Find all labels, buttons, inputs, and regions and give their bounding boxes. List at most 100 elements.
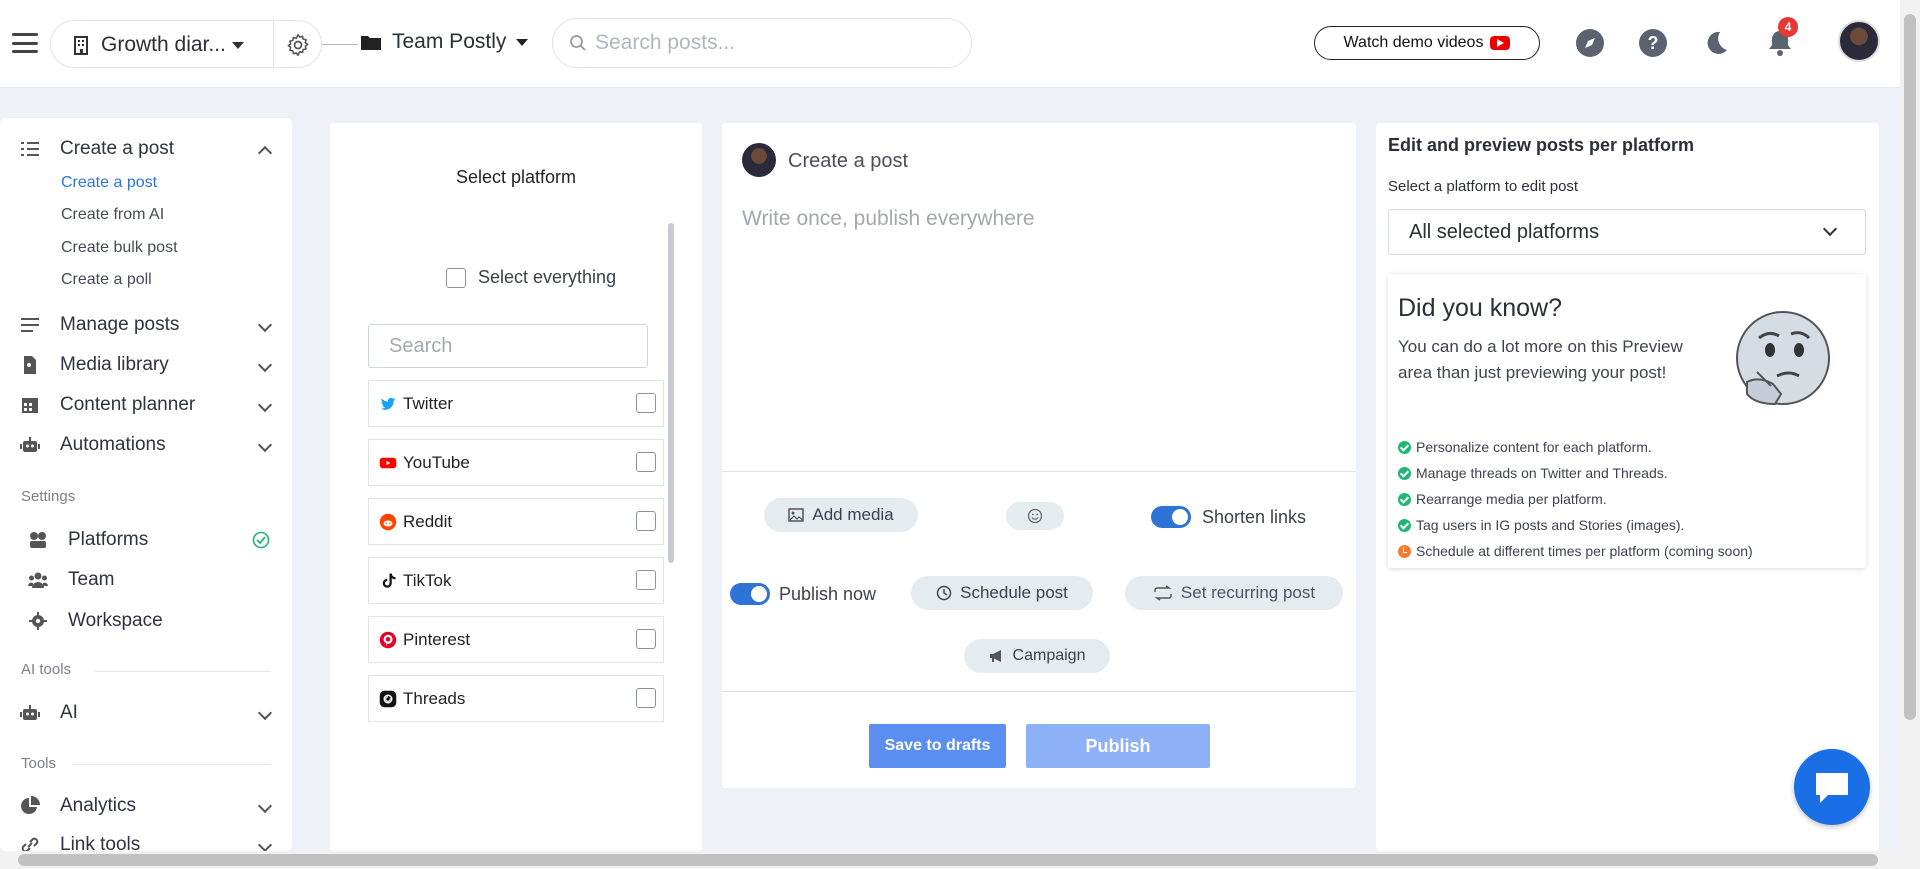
campaign-button[interactable]: Campaign (964, 639, 1110, 673)
emoji-button[interactable] (1006, 502, 1064, 530)
sidebar-item-label: Analytics (60, 795, 137, 816)
avatar[interactable] (1838, 20, 1880, 62)
select-everything[interactable]: Select everything (446, 267, 616, 288)
compass-icon[interactable] (1575, 28, 1605, 58)
sidebar-item-automations[interactable]: Automations (20, 434, 273, 456)
post-composer: Create a post Add media Shorten links Pu… (722, 123, 1356, 788)
megaphone-icon (989, 650, 1001, 662)
clock-icon (1398, 544, 1411, 558)
platform-checkbox[interactable] (636, 688, 656, 708)
chevron-down-icon[interactable] (257, 397, 273, 413)
workspace-switcher[interactable]: Growth diar... (50, 20, 322, 68)
list-item[interactable]: Twitter (368, 380, 664, 427)
set-recurring-post-button[interactable]: Set recurring post (1125, 576, 1343, 610)
select-everything-checkbox[interactable] (446, 267, 466, 288)
building-icon (74, 36, 88, 55)
search-icon (570, 35, 586, 51)
vertical-scrollbar[interactable] (1900, 0, 1920, 851)
watch-demo-button[interactable]: Watch demo videos (1314, 26, 1540, 60)
schedule-post-label: Schedule post (960, 583, 1068, 602)
connector-line (322, 44, 358, 45)
lines-icon (21, 318, 39, 332)
scrollbar-thumb[interactable] (18, 854, 1878, 866)
publish-now-label: Publish now (779, 584, 877, 604)
top-bar: Growth diar... Team Postly Watch demo vi… (0, 0, 1900, 88)
tips-list: Personalize content for each platform. M… (1398, 434, 1753, 564)
sidebar-item-media-library[interactable]: Media library (20, 354, 273, 376)
chevron-down-icon[interactable] (257, 317, 273, 333)
composer-title: Create a post (788, 150, 909, 172)
search-bar[interactable] (552, 18, 972, 68)
sidebar-item-content-planner[interactable]: Content planner (20, 394, 273, 416)
chevron-down-icon[interactable] (257, 798, 273, 814)
chevron-down-icon[interactable] (257, 357, 273, 373)
check-icon (1398, 518, 1411, 532)
list-item[interactable]: TikTok (368, 557, 664, 604)
check-icon (1398, 466, 1411, 480)
platform-name: Pinterest (403, 629, 471, 649)
platform-list-scrollbar[interactable] (668, 223, 674, 563)
platform-checkbox[interactable] (636, 570, 656, 590)
chevron-up-icon[interactable] (257, 145, 273, 161)
chevron-down-icon[interactable] (257, 437, 273, 453)
calendar-icon (22, 398, 38, 413)
menu-icon[interactable] (12, 33, 38, 53)
set-recurring-post-label: Set recurring post (1180, 583, 1316, 602)
sidebar-sub-create-post[interactable]: Create a post (61, 174, 157, 192)
dark-mode-icon[interactable] (1701, 28, 1731, 58)
platform-preview-value: All selected platforms (1409, 220, 1600, 243)
save-to-drafts-button[interactable]: Save to drafts (869, 724, 1006, 768)
robot-icon (20, 705, 40, 720)
scrollbar-thumb[interactable] (1904, 14, 1916, 720)
horizontal-scrollbar[interactable] (0, 851, 1920, 869)
schedule-post-button[interactable]: Schedule post (911, 576, 1093, 610)
chevron-down-icon[interactable] (257, 705, 273, 721)
check-circle-icon (252, 531, 270, 549)
watch-demo-label: Watch demo videos (1343, 34, 1484, 51)
add-media-button[interactable]: Add media (764, 498, 918, 532)
sidebar-item-workspace[interactable]: Workspace (28, 610, 278, 632)
help-icon[interactable]: ? (1638, 28, 1668, 58)
platform-checkbox[interactable] (636, 452, 656, 472)
platform-name: YouTube (403, 452, 470, 472)
shorten-links-toggle[interactable] (1151, 506, 1191, 528)
sidebar-item-analytics[interactable]: Analytics (20, 795, 273, 817)
sidebar-item-platforms[interactable]: Platforms (28, 529, 270, 551)
platform-checkbox[interactable] (636, 511, 656, 531)
publish-button[interactable]: Publish (1026, 724, 1210, 768)
search-input[interactable] (595, 31, 955, 55)
thinking-face-icon (1736, 311, 1830, 406)
chevron-down-icon[interactable] (257, 837, 273, 851)
list-item[interactable]: Threads (368, 675, 664, 722)
team-selector[interactable]: Team Postly (360, 30, 529, 54)
platform-checkbox[interactable] (636, 629, 656, 649)
tip-text: Personalize content for each platform. (1416, 439, 1652, 455)
team-name: Team Postly (392, 30, 507, 53)
users-icon (28, 572, 48, 588)
platform-search-input[interactable] (368, 324, 648, 368)
sidebar-sub-create-poll[interactable]: Create a poll (61, 271, 152, 289)
publish-now-toggle[interactable] (730, 583, 770, 605)
preview-subtitle: Select a platform to edit post (1388, 178, 1579, 195)
list-item: Personalize content for each platform. (1398, 434, 1753, 460)
sidebar-item-create-post[interactable]: Create a post (20, 138, 273, 161)
sidebar-item-link-tools[interactable]: Link tools (20, 834, 273, 851)
sidebar-sub-create-bulk-post[interactable]: Create bulk post (61, 239, 178, 257)
sidebar-item-label: Content planner (60, 394, 196, 415)
sidebar-item-team[interactable]: Team (28, 569, 278, 591)
platform-preview-select[interactable]: All selected platforms (1388, 209, 1866, 255)
list-item[interactable]: Reddit (368, 498, 664, 545)
chat-button[interactable] (1794, 749, 1870, 825)
sidebar-item-manage-posts[interactable]: Manage posts (20, 314, 273, 336)
check-icon (1398, 492, 1411, 506)
sidebar-item-ai[interactable]: AI (20, 702, 273, 724)
list-item[interactable]: Pinterest (368, 616, 664, 663)
platform-list: Twitter YouTube Reddit TikTok Pinterest … (368, 380, 664, 844)
workspace-name: Growth diar... (101, 33, 226, 56)
workspace-selector[interactable]: Growth diar... (73, 33, 244, 57)
gear-icon[interactable] (285, 32, 311, 58)
sidebar-sub-create-from-ai[interactable]: Create from AI (61, 206, 164, 224)
twitter-icon (380, 397, 396, 410)
list-item[interactable]: YouTube (368, 439, 664, 486)
platform-checkbox[interactable] (636, 393, 656, 413)
